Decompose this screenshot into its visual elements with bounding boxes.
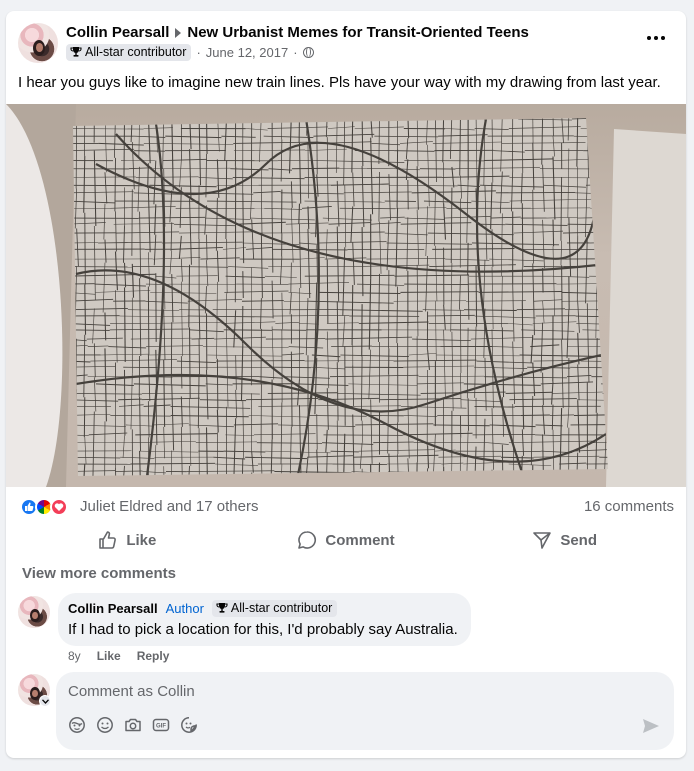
more-options-button[interactable]	[644, 31, 668, 45]
author-avatar[interactable]	[18, 23, 58, 63]
comment-button[interactable]: Comment	[237, 523, 456, 557]
reaction-icons[interactable]	[20, 498, 68, 516]
comment-composer: GIF	[56, 672, 674, 750]
meta-separator: ·	[293, 45, 298, 60]
street-drawing	[6, 104, 686, 487]
comment-label: Comment	[325, 531, 395, 549]
post-meta: All-star contributor · June 12, 2017 ·	[66, 44, 314, 61]
thumbs-up-icon	[99, 531, 117, 549]
like-button[interactable]: Like	[18, 523, 237, 557]
arrow-right-icon	[175, 27, 182, 38]
trophy-icon	[216, 603, 228, 613]
gif-icon[interactable]: GIF	[152, 716, 170, 734]
post-header: Collin Pearsall New Urbanist Memes for T…	[66, 24, 529, 41]
avatar-sticker-icon[interactable]	[68, 716, 86, 734]
comment-bubble-icon	[298, 531, 317, 549]
post-photo[interactable]	[6, 104, 686, 487]
comment-input[interactable]	[68, 680, 628, 702]
love-icon	[50, 498, 68, 516]
author-tag: Author	[165, 601, 204, 616]
badge-label: All-star contributor	[230, 601, 333, 615]
comment-reply-button[interactable]: Reply	[137, 649, 170, 663]
comment-like-button[interactable]: Like	[97, 649, 121, 663]
submit-comment-icon[interactable]	[642, 718, 660, 739]
comment-age[interactable]: 8y	[68, 649, 81, 663]
post-date[interactable]: June 12, 2017	[206, 45, 288, 60]
badge-label: All-star contributor	[85, 45, 187, 59]
contributor-badge[interactable]: All-star contributor	[66, 44, 192, 61]
comment-bubble: Collin Pearsall Author All-star contribu…	[58, 593, 471, 646]
comment-text: If I had to pick a location for this, I'…	[68, 621, 458, 638]
group-name[interactable]: New Urbanist Memes for Transit-Oriented …	[187, 24, 528, 41]
chevron-down-icon[interactable]	[39, 695, 51, 707]
send-label: Send	[560, 531, 598, 549]
like-label: Like	[126, 531, 157, 549]
action-bar: Like Comment Send	[18, 523, 674, 557]
globe-icon[interactable]	[302, 47, 314, 58]
author-name[interactable]: Collin Pearsall	[66, 24, 169, 41]
send-button[interactable]: Send	[455, 523, 674, 557]
commenter-avatar[interactable]	[18, 596, 50, 628]
contributor-badge[interactable]: All-star contributor	[211, 600, 338, 617]
post-card: Collin Pearsall New Urbanist Memes for T…	[6, 11, 686, 758]
commenter-name[interactable]: Collin Pearsall	[68, 601, 158, 616]
send-icon	[533, 532, 552, 549]
sticker-icon[interactable]	[180, 716, 198, 734]
reaction-names[interactable]: Juliet Eldred and 17 others	[80, 498, 258, 515]
emoji-icon[interactable]	[96, 716, 114, 734]
camera-icon[interactable]	[124, 716, 142, 734]
svg-text:GIF: GIF	[156, 724, 166, 730]
comment-meta: 8y Like Reply	[68, 649, 169, 663]
meta-separator: ·	[196, 45, 201, 60]
trophy-icon	[70, 47, 82, 57]
comment-count[interactable]: 16 comments	[584, 498, 674, 515]
post-text: I hear you guys like to imagine new trai…	[18, 74, 661, 91]
view-more-comments[interactable]: View more comments	[22, 565, 176, 582]
composer-tools: GIF	[68, 716, 198, 734]
